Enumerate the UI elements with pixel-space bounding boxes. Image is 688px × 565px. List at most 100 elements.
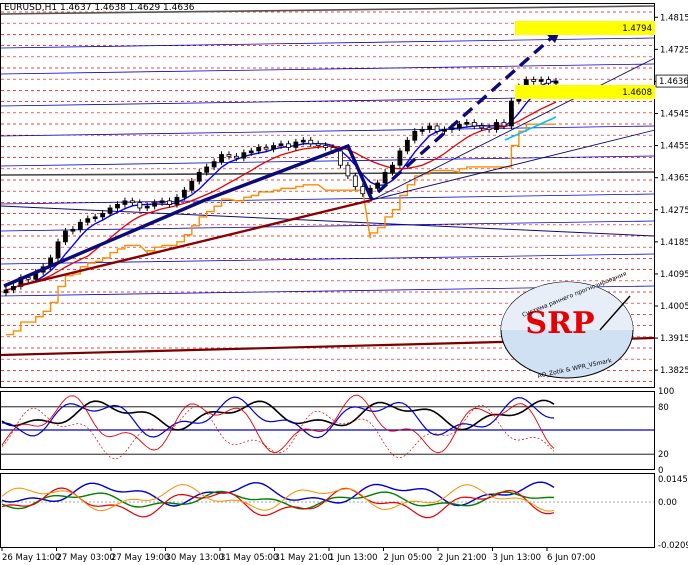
candle-body bbox=[404, 139, 410, 152]
candle-body bbox=[390, 164, 395, 173]
oscillator-1 bbox=[0, 391, 655, 470]
x-tick-label: 27 May 03:00 bbox=[57, 553, 115, 563]
candle-body bbox=[286, 143, 291, 148]
candle-body bbox=[538, 79, 544, 82]
candle-body bbox=[226, 154, 232, 157]
candle-body bbox=[479, 125, 485, 129]
candle-body bbox=[234, 155, 239, 159]
y-tick-label: 1.4365 bbox=[660, 174, 688, 184]
osc1-tick-label: 20 bbox=[658, 450, 669, 460]
candle-body bbox=[338, 150, 343, 166]
candle-body bbox=[248, 150, 254, 154]
x-tick-label: 26 May 11:00 bbox=[2, 553, 60, 563]
candle-body bbox=[546, 79, 551, 84]
candle-body bbox=[271, 145, 276, 150]
candle-body bbox=[278, 143, 284, 146]
candle-body bbox=[174, 196, 180, 205]
current-price-label: 1.4636 bbox=[659, 77, 688, 87]
x-tick-label: 31 May 05:00 bbox=[220, 553, 278, 563]
candle-body bbox=[471, 122, 477, 127]
x-tick-label: 31 May 21:00 bbox=[275, 553, 333, 563]
x-tick-label: 2 Jun 05:00 bbox=[384, 553, 433, 563]
candle-body bbox=[345, 164, 351, 177]
osc2-tick-label: -0.02094 bbox=[658, 541, 688, 551]
osc1-tick-label: 80 bbox=[658, 403, 669, 413]
candle-body bbox=[70, 228, 76, 232]
candle-body bbox=[241, 152, 247, 159]
candle-body bbox=[375, 182, 381, 189]
candle-body bbox=[456, 123, 462, 129]
candle-body bbox=[11, 286, 16, 291]
y-tick-label: 1.4005 bbox=[660, 302, 688, 312]
y-tick-label: 1.3825 bbox=[660, 366, 688, 376]
candle-body bbox=[159, 200, 165, 204]
candle-body bbox=[219, 154, 224, 163]
candle-body bbox=[204, 166, 210, 173]
candle-body bbox=[464, 122, 470, 125]
y-tick-label: 1.4815 bbox=[660, 13, 688, 23]
candle-body bbox=[129, 200, 135, 204]
candle-body bbox=[144, 205, 150, 209]
y-tick-label: 1.4275 bbox=[660, 206, 688, 216]
candle-body bbox=[181, 189, 187, 198]
osc1-tick-label: 100 bbox=[658, 387, 674, 397]
candle-body bbox=[442, 129, 447, 132]
candle-body bbox=[360, 186, 366, 195]
support-price-label: 1.4608 bbox=[622, 88, 652, 98]
candle-body bbox=[308, 139, 314, 145]
candle-body bbox=[137, 202, 143, 209]
x-tick-label: 3 Jun 13:00 bbox=[493, 553, 542, 563]
y-tick-label: 1.3915 bbox=[660, 334, 688, 344]
y-tick-label: 1.4185 bbox=[660, 238, 688, 248]
x-tick-label: 2 Jun 21:00 bbox=[438, 553, 487, 563]
candle-body bbox=[92, 216, 98, 220]
candle-body bbox=[300, 139, 306, 143]
candle-body bbox=[122, 200, 128, 205]
y-tick-label: 1.4095 bbox=[660, 270, 688, 280]
candle-body bbox=[293, 141, 299, 148]
oscillator-2 bbox=[0, 473, 655, 548]
candle-body bbox=[419, 129, 425, 132]
candle-body bbox=[501, 122, 507, 127]
x-tick-label: 1 Jun 13:00 bbox=[329, 553, 378, 563]
osc2-tick-label: 0.00 bbox=[658, 498, 677, 508]
candle-body bbox=[531, 79, 537, 82]
candle-body bbox=[382, 171, 388, 184]
candle-body bbox=[323, 145, 328, 148]
candle-body bbox=[486, 127, 492, 130]
candle-body bbox=[63, 230, 68, 243]
candle-body bbox=[256, 146, 262, 152]
candle-body bbox=[189, 180, 195, 191]
y-tick-label: 1.4455 bbox=[660, 142, 688, 152]
osc2-tick-label: 0.01455 bbox=[658, 475, 688, 485]
candle-body bbox=[397, 150, 403, 166]
candle-body bbox=[77, 221, 83, 230]
x-tick-label: 6 Jun 07:00 bbox=[547, 553, 596, 563]
candle-body bbox=[352, 175, 358, 187]
x-tick-label: 27 May 19:00 bbox=[111, 553, 169, 563]
candle-body bbox=[3, 289, 9, 294]
candle-body bbox=[509, 100, 514, 127]
candle-body bbox=[85, 218, 91, 223]
candle-body bbox=[55, 241, 61, 259]
candle-body bbox=[553, 80, 559, 84]
candle-body bbox=[434, 125, 440, 132]
target-price-label: 1.4794 bbox=[622, 24, 652, 34]
chart-title: EURUSD,H1 1.4637 1.4638 1.4629 1.4636 bbox=[4, 3, 195, 13]
eurusd-chart: 1.47941.4608 1.48151.47251.46351.45451.4… bbox=[0, 3, 688, 563]
candle-body bbox=[494, 122, 499, 130]
candle-body bbox=[115, 204, 120, 209]
candle-body bbox=[152, 202, 158, 207]
candle-body bbox=[315, 143, 321, 146]
candle-body bbox=[100, 212, 106, 218]
y-tick-label: 1.4545 bbox=[660, 110, 688, 120]
candle-body bbox=[167, 200, 172, 205]
y-tick-label: 1.4725 bbox=[660, 45, 688, 55]
candle-body bbox=[107, 207, 113, 214]
candle-body bbox=[412, 130, 418, 141]
x-tick-label: 30 May 13:00 bbox=[166, 553, 224, 563]
candle-body bbox=[211, 161, 217, 168]
candle-body bbox=[196, 171, 202, 182]
candle-body bbox=[427, 125, 433, 130]
candle-body bbox=[263, 146, 269, 150]
